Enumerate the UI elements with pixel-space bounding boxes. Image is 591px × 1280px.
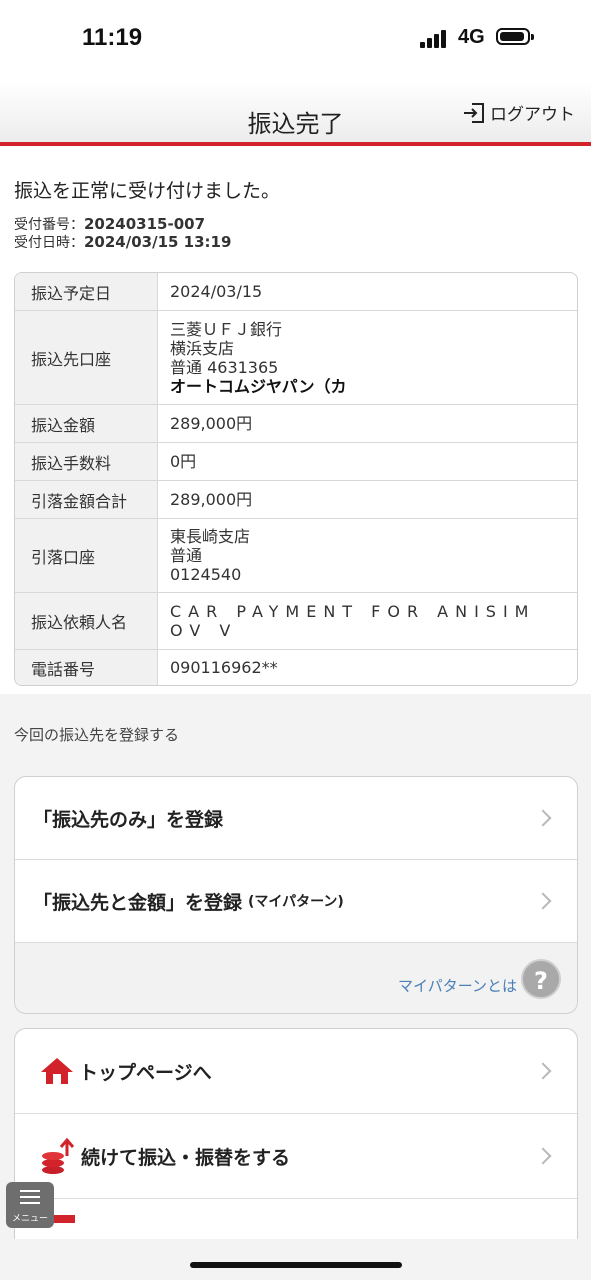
receipt-number-label: 受付番号：	[14, 217, 84, 233]
receipt-datetime-value: 2024/03/15 13:19	[84, 233, 232, 251]
status-bar: 11:19 4G	[0, 0, 591, 82]
chevron-right-icon	[534, 809, 552, 827]
row-debit-account: 引落口座 東長崎支店 普通 0124540	[15, 519, 577, 593]
row-total: 引落金額合計 289,000円	[15, 481, 577, 519]
success-message: 振込を正常に受け付けました。	[14, 180, 281, 202]
continue-transfer-button[interactable]: 続けて振込・振替をする	[15, 1114, 577, 1199]
mypattern-note: (マイパターン)	[248, 894, 344, 910]
debit-number: 0124540	[170, 565, 242, 584]
total-value: 289,000円	[170, 490, 253, 509]
row-fee: 振込手数料 0円	[15, 443, 577, 481]
navigation-card: トップページへ 続けて振込・振替をする	[14, 1028, 578, 1239]
row-phone: 電話番号 090116962**	[15, 650, 577, 685]
mypattern-footer: マイパターンとは ?	[15, 943, 577, 1013]
payee-account-number: 普通 4631365	[170, 357, 279, 377]
continue-transfer-label: 続けて振込・振替をする	[81, 1146, 291, 1169]
help-icon[interactable]: ?	[521, 959, 561, 999]
payee-name: オートコムジヤパン（カ	[170, 376, 347, 396]
receipt-number: 受付番号：20240315-007	[14, 214, 205, 234]
top-page-label: トップページへ	[79, 1061, 212, 1084]
requester-label: 振込依頼人名	[15, 593, 158, 649]
menu-label: メニュー	[11, 1214, 48, 1224]
register-payee-only-button[interactable]: 「振込先のみ」を登録	[15, 777, 577, 860]
network-type: 4G	[458, 26, 485, 48]
logout-icon	[464, 102, 484, 123]
row-requester: 振込依頼人名 CAR PAYMENT FOR ANISIM OV V	[15, 593, 577, 650]
row-payee-account: 振込先口座 三菱ＵＦＪ銀行 横浜支店 普通 4631365 オートコムジヤパン（…	[15, 311, 577, 405]
home-icon	[41, 1058, 73, 1084]
payee-branch: 横浜支店	[170, 338, 235, 358]
status-time: 11:19	[82, 24, 143, 51]
scheduled-date-label: 振込予定日	[15, 273, 158, 310]
fee-value: 0円	[170, 452, 197, 471]
app-header: 振込完了 ログアウト	[0, 82, 591, 146]
debit-account-label: 引落口座	[15, 519, 158, 592]
amount-value: 289,000円	[170, 414, 253, 433]
register-card: 「振込先のみ」を登録 「振込先と金額」を登録 (マイパターン) マイパターンとは…	[14, 776, 578, 1014]
next-nav-item-partial[interactable]	[15, 1199, 577, 1239]
phone-value: 090116962**	[170, 658, 278, 677]
fee-label: 振込手数料	[15, 443, 158, 480]
transfer-details-table: 振込予定日 2024/03/15 振込先口座 三菱ＵＦＪ銀行 横浜支店 普通 4…	[14, 272, 578, 686]
hamburger-icon	[20, 1190, 40, 1208]
scheduled-date-value: 2024/03/15	[170, 282, 263, 301]
top-page-button[interactable]: トップページへ	[15, 1029, 577, 1114]
register-section-label: 今回の振込先を登録する	[14, 726, 180, 744]
chevron-right-icon	[534, 1062, 552, 1080]
row-amount: 振込金額 289,000円	[15, 405, 577, 443]
confirmation-panel: 振込を正常に受け付けました。 受付番号：20240315-007 受付日時：20…	[0, 146, 591, 694]
payee-account-label: 振込先口座	[15, 311, 158, 404]
debit-type: 普通	[170, 546, 203, 565]
logout-button[interactable]: ログアウト	[462, 100, 575, 125]
chevron-right-icon	[534, 1147, 552, 1165]
row-scheduled-date: 振込予定日 2024/03/15	[15, 273, 577, 311]
requester-name-line1: CAR PAYMENT FOR ANISIM	[170, 602, 536, 621]
receipt-datetime-label: 受付日時：	[14, 235, 84, 251]
debit-branch: 東長崎支店	[170, 527, 251, 546]
total-label: 引落金額合計	[15, 481, 158, 518]
requester-name-line2: OV V	[170, 621, 238, 640]
receipt-datetime: 受付日時：2024/03/15 13:19	[14, 232, 231, 252]
cellular-signal-icon	[420, 30, 450, 48]
amount-label: 振込金額	[15, 405, 158, 442]
register-payee-amount-button[interactable]: 「振込先と金額」を登録 (マイパターン)	[15, 860, 577, 943]
menu-button[interactable]: メニュー	[6, 1182, 54, 1228]
chevron-right-icon	[534, 892, 552, 910]
logout-label: ログアウト	[490, 105, 575, 125]
home-indicator[interactable]	[190, 1262, 402, 1268]
battery-icon	[496, 28, 534, 45]
coins-transfer-icon	[42, 1137, 75, 1174]
receipt-number-value: 20240315-007	[84, 215, 206, 233]
payee-bank: 三菱ＵＦＪ銀行	[170, 319, 283, 339]
register-payee-amount-label: 「振込先と金額」を登録	[33, 891, 243, 914]
mypattern-help-link[interactable]: マイパターンとは	[398, 975, 517, 996]
register-payee-only-label: 「振込先のみ」を登録	[33, 808, 224, 831]
phone-label: 電話番号	[15, 650, 158, 685]
